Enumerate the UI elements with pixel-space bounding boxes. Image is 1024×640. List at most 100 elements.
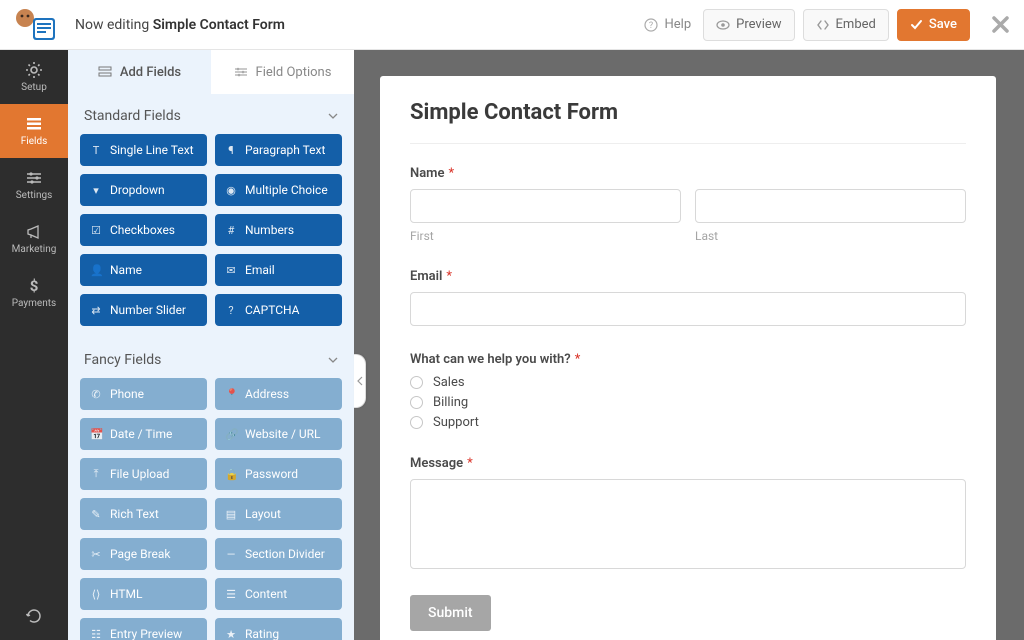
code-icon: ⟨⟩: [90, 588, 102, 601]
message-field-label: Message*: [410, 456, 966, 471]
field-email[interactable]: ✉Email: [215, 254, 342, 286]
sidebar-item-marketing[interactable]: Marketing: [0, 212, 68, 266]
sidebar-item-settings[interactable]: Settings: [0, 158, 68, 212]
help-option-support[interactable]: Support: [410, 415, 966, 430]
radio-icon: [410, 396, 423, 409]
field-file-upload[interactable]: ⤒File Upload: [80, 458, 207, 490]
fields-panel: Add Fields Field Options Standard Fields…: [68, 50, 354, 640]
field-multiple-choice[interactable]: ◉Multiple Choice: [215, 174, 342, 206]
text-icon: T: [90, 144, 102, 157]
message-textarea[interactable]: [410, 479, 966, 569]
caret-square-icon: ▾: [90, 184, 102, 197]
code-icon: [816, 18, 830, 32]
chevron-down-icon: [328, 113, 338, 119]
field-number-slider[interactable]: ⇄Number Slider: [80, 294, 207, 326]
sidebar-item-label: Fields: [21, 136, 48, 147]
field-layout[interactable]: ▤Layout: [215, 498, 342, 530]
columns-icon: ▤: [225, 508, 237, 521]
field-date-time[interactable]: 📅Date / Time: [80, 418, 207, 450]
sidebar-item-label: Settings: [16, 190, 53, 201]
panel-collapse-toggle[interactable]: [354, 354, 366, 408]
edit-icon: ✎: [90, 508, 102, 521]
field-options-icon: [234, 65, 248, 79]
field-paragraph-text[interactable]: ¶Paragraph Text: [215, 134, 342, 166]
section-fancy-fields-toggle[interactable]: Fancy Fields: [68, 338, 354, 378]
help-link[interactable]: ? Help: [644, 17, 691, 32]
chevron-down-icon: [328, 357, 338, 363]
email-input[interactable]: [410, 292, 966, 326]
field-message-group[interactable]: Message*: [410, 456, 966, 569]
list-icon: [25, 115, 43, 133]
field-website-url[interactable]: 🔗Website / URL: [215, 418, 342, 450]
field-password[interactable]: 🔒Password: [215, 458, 342, 490]
field-email-group[interactable]: Email*: [410, 269, 966, 326]
paragraph-icon: ¶: [225, 144, 237, 157]
gear-icon: [25, 61, 43, 79]
help-icon: ?: [644, 18, 658, 32]
preview-button[interactable]: Preview: [703, 9, 794, 41]
field-content[interactable]: ☰Content: [215, 578, 342, 610]
check-icon: [910, 18, 923, 31]
field-help-group[interactable]: What can we help you with?* Sales Billin…: [410, 352, 966, 430]
tab-field-options[interactable]: Field Options: [211, 50, 354, 94]
link-icon: 🔗: [225, 428, 237, 441]
megaphone-icon: [25, 223, 43, 241]
pin-icon: 📍: [225, 388, 237, 401]
envelope-icon: ✉: [225, 264, 237, 277]
email-field-label: Email*: [410, 269, 966, 284]
sidebar-item-label: Setup: [21, 82, 47, 93]
field-name[interactable]: 👤Name: [80, 254, 207, 286]
file-icon: ☰: [225, 588, 237, 601]
last-name-input[interactable]: [695, 189, 966, 223]
help-option-sales[interactable]: Sales: [410, 375, 966, 390]
field-section-divider[interactable]: —Section Divider: [215, 538, 342, 570]
sidebar-item-fields[interactable]: Fields: [0, 104, 68, 158]
close-builder-button[interactable]: [992, 16, 1009, 33]
field-checkboxes[interactable]: ☑Checkboxes: [80, 214, 207, 246]
sidebar-item-history[interactable]: [0, 594, 68, 640]
field-html[interactable]: ⟨⟩HTML: [80, 578, 207, 610]
name-field-label: Name*: [410, 166, 966, 181]
history-icon: [25, 607, 43, 625]
tab-add-fields[interactable]: Add Fields: [68, 50, 211, 94]
field-entry-preview[interactable]: ☷Entry Preview: [80, 618, 207, 640]
main-sidebar: Setup Fields Settings Marketing $ Paymen…: [0, 50, 68, 640]
help-option-billing[interactable]: Billing: [410, 395, 966, 410]
form-preview: Simple Contact Form Name* First Last Ema…: [380, 76, 996, 640]
field-captcha[interactable]: ?CAPTCHA: [215, 294, 342, 326]
upload-icon: ⤒: [90, 467, 102, 481]
user-icon: 👤: [90, 264, 102, 277]
sliders-icon: [25, 169, 43, 187]
preview-icon: ☷: [90, 628, 102, 640]
sliders-icon: ⇄: [90, 304, 102, 317]
hash-icon: #: [225, 224, 237, 237]
field-address[interactable]: 📍Address: [215, 378, 342, 410]
sidebar-item-payments[interactable]: $ Payments: [0, 266, 68, 320]
section-standard-fields-toggle[interactable]: Standard Fields: [68, 94, 354, 134]
field-phone[interactable]: ✆Phone: [80, 378, 207, 410]
form-title[interactable]: Simple Contact Form: [410, 100, 966, 144]
phone-icon: ✆: [90, 388, 102, 401]
field-rich-text[interactable]: ✎Rich Text: [80, 498, 207, 530]
radio-icon: ◉: [225, 184, 237, 197]
field-dropdown[interactable]: ▾Dropdown: [80, 174, 207, 206]
field-name-group[interactable]: Name* First Last: [410, 166, 966, 243]
eye-icon: [716, 18, 730, 32]
first-name-input[interactable]: [410, 189, 681, 223]
save-button[interactable]: Save: [897, 9, 970, 41]
radio-icon: [410, 376, 423, 389]
field-single-line-text[interactable]: TSingle Line Text: [80, 134, 207, 166]
field-numbers[interactable]: #Numbers: [215, 214, 342, 246]
check-square-icon: ☑: [90, 224, 102, 237]
sidebar-item-label: Payments: [12, 298, 56, 309]
sidebar-item-setup[interactable]: Setup: [0, 50, 68, 104]
calendar-icon: 📅: [90, 428, 102, 441]
field-rating[interactable]: ★Rating: [215, 618, 342, 640]
svg-text:?: ?: [649, 21, 653, 31]
radio-icon: [410, 416, 423, 429]
submit-button[interactable]: Submit: [410, 595, 491, 631]
scissors-icon: ✂: [90, 548, 102, 561]
embed-button[interactable]: Embed: [803, 9, 889, 41]
field-page-break[interactable]: ✂Page Break: [80, 538, 207, 570]
now-editing-label: Now editing Simple Contact Form: [75, 17, 285, 33]
